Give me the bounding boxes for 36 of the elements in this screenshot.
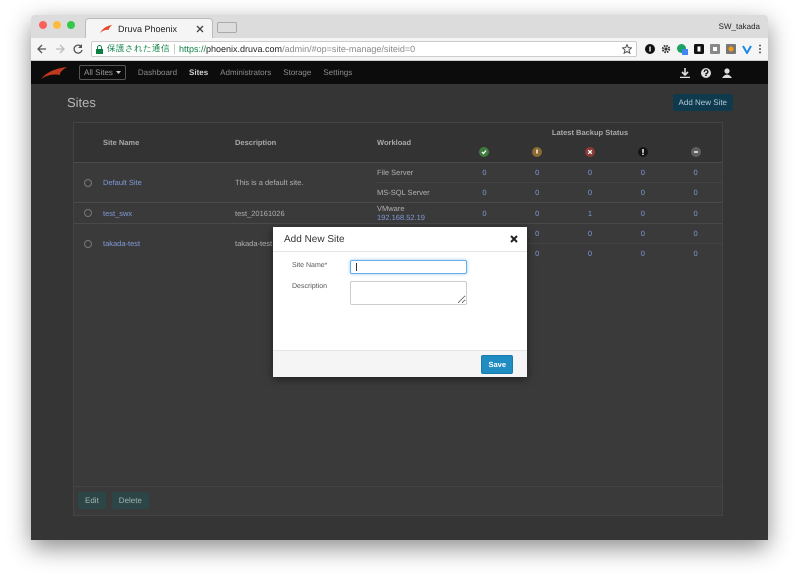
menu-icon[interactable] [758, 44, 762, 54]
extension-icon[interactable] [645, 44, 655, 54]
star-icon[interactable] [622, 44, 632, 54]
reload-icon[interactable] [73, 44, 83, 54]
site-selector[interactable]: All Sites [79, 65, 126, 80]
nav-link[interactable]: Dashboard [138, 68, 178, 77]
row-radio[interactable] [84, 240, 92, 248]
caret-icon[interactable] [116, 71, 121, 74]
description-field[interactable] [350, 281, 467, 305]
address-field[interactable]: 保護された通信 https://phoenix.druva.com/admin/#op=site-manage/siteid=0 [91, 41, 637, 57]
nav-link[interactable]: Settings [323, 68, 352, 77]
gear-icon[interactable] [661, 44, 671, 54]
lock-icon[interactable] [96, 44, 103, 54]
download-icon[interactable] [680, 68, 690, 78]
tab-title: Druva Phoenix [118, 24, 178, 34]
dialog-title: Add New Site [284, 234, 345, 244]
add-new-site-button[interactable]: Add New Site [672, 94, 733, 110]
close-icon[interactable] [510, 235, 518, 243]
row-radio[interactable] [84, 209, 92, 217]
nav-link[interactable]: Administrators [220, 68, 272, 77]
page-title: Sites [67, 94, 96, 110]
back-arrow-icon[interactable] [37, 44, 47, 54]
close-icon[interactable] [196, 24, 204, 32]
browser-tab[interactable]: Druva Phoenix [85, 18, 213, 38]
bird-logo-icon[interactable] [41, 66, 67, 78]
user-icon[interactable] [722, 68, 732, 78]
nav-link[interactable]: Storage [283, 68, 312, 77]
nav-link[interactable]: Sites [189, 68, 208, 77]
row-radio[interactable] [84, 178, 92, 186]
bird-logo-icon[interactable] [100, 24, 112, 32]
url-text: https://phoenix.druva.com/admin/#op=site-manage/siteid=0 [179, 44, 416, 54]
extension-icon[interactable] [694, 44, 704, 54]
profile-name[interactable]: SW_takada [718, 22, 768, 31]
security-label: 保護された通信 [107, 43, 170, 55]
site-name-field[interactable] [350, 260, 467, 274]
help-icon[interactable] [701, 68, 711, 78]
